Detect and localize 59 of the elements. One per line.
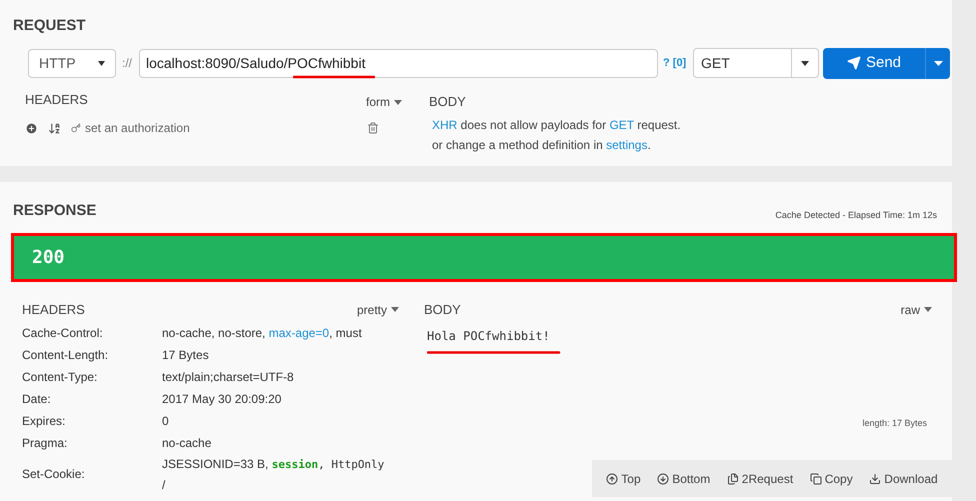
method-select[interactable]: GET — [693, 48, 819, 78]
mode-dropdown[interactable]: pretty — [356, 304, 399, 316]
header-name: Cache-Control: — [22, 324, 104, 342]
scheme-select[interactable]: HTTP — [28, 48, 116, 78]
key-icon — [71, 123, 81, 133]
copy-icon — [810, 472, 822, 484]
section-title: HEADERS — [25, 91, 88, 110]
url-text: localhost:8090/Saludo/POCfwhibbit — [146, 54, 366, 72]
paper-plane-icon — [846, 56, 861, 70]
header-value: / — [162, 476, 166, 494]
caret-icon — [924, 307, 932, 312]
response-body-text: Hola POCfwhibbit! — [427, 328, 550, 342]
header-value: 0 — [162, 412, 169, 430]
header-name: Date: — [22, 390, 52, 408]
header-name: Content-Length: — [22, 346, 110, 364]
add-icon[interactable] — [25, 122, 38, 134]
arrow-down-circle-icon — [657, 472, 670, 484]
body-message: XHR does not allow payloads for GET request. — [432, 117, 681, 134]
caret-icon — [394, 100, 402, 104]
sort-icon[interactable] — [48, 122, 61, 134]
url-field[interactable]: localhost:8090/Saludo/POCfwhibbit — [139, 48, 658, 78]
mode-dropdown[interactable]: form — [366, 93, 402, 111]
header-value: no-cache — [162, 434, 212, 452]
panel-title: REQUEST — [13, 16, 87, 35]
caret-icon — [801, 60, 809, 66]
toolbar-button[interactable]: 2Request — [726, 470, 794, 488]
section-title: BODY — [429, 93, 467, 108]
toolbar-button[interactable]: Bottom — [657, 470, 710, 488]
authorization-link[interactable]: set an authorization — [85, 119, 190, 137]
files-icon — [726, 472, 739, 484]
section-title: HEADERS — [22, 300, 85, 316]
panel-title: RESPONSE — [13, 201, 96, 221]
toolbar-button[interactable]: Download — [869, 470, 938, 488]
header-value: text/plain;charset=UTF-8 — [162, 368, 294, 386]
caret-icon — [391, 307, 399, 312]
trash-icon[interactable] — [366, 122, 379, 134]
download-icon — [869, 472, 882, 484]
caret-icon — [934, 60, 942, 66]
arrow-up-circle-icon — [606, 472, 618, 484]
status-code: 200 — [32, 246, 65, 270]
section-title: BODY — [424, 300, 461, 316]
toolbar-button[interactable]: Top — [606, 470, 641, 488]
header-value: no-cache, no-store, max-age=0, must — [162, 324, 362, 342]
caret-icon — [98, 60, 105, 66]
header-name: Pragma: — [22, 434, 68, 452]
header-value: 2017 May 30 20:09:20 — [162, 390, 282, 408]
body-message: or change a method definition in settings. — [432, 137, 652, 154]
toolbar-button[interactable]: Copy — [810, 470, 853, 488]
send-options-button[interactable] — [925, 48, 950, 78]
elapsed-time: Cache Detected - Elapsed Time: 1m 12s — [775, 209, 937, 222]
header-value: 17 Bytes — [162, 346, 209, 364]
mode-dropdown[interactable]: raw — [900, 304, 932, 316]
body-length: length: 17 Bytes — [862, 416, 927, 430]
header-value: JSESSIONID=33 B, session, HttpOnly — [162, 456, 384, 472]
header-name: Expires: — [22, 412, 66, 430]
send-button[interactable]: Send — [823, 48, 925, 78]
header-name: Set-Cookie: — [22, 466, 86, 483]
header-name: Content-Type: — [22, 368, 98, 386]
separator: :// — [122, 55, 134, 72]
